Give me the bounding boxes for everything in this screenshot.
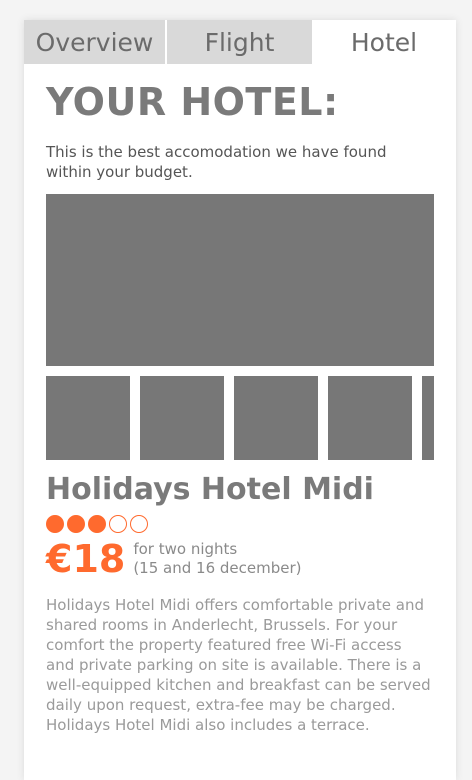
rating-circle-empty-icon [130,515,148,533]
rating-circle-filled-icon [46,515,64,533]
rating-circle-filled-icon [88,515,106,533]
hotel-card: Overview Flight Hotel YOUR HOTEL: This i… [24,20,456,780]
hotel-name: Holidays Hotel Midi [46,472,374,507]
star-rating [46,515,434,537]
price-value: €18 [46,537,126,581]
thumbnail-2[interactable] [140,376,224,460]
price-row: €18 for two nights (15 and 16 december) [46,539,434,579]
thumbnail-3[interactable] [234,376,318,460]
rating-circle-filled-icon [67,515,85,533]
hotel-description: Holidays Hotel Midi offers comfortable p… [46,596,431,734]
tab-overview[interactable]: Overview [24,20,167,64]
thumbnail-5[interactable] [422,376,434,460]
page-title: YOUR HOTEL: [46,80,339,124]
tab-hotel[interactable]: Hotel [312,20,456,64]
tab-flight[interactable]: Flight [167,20,312,64]
tab-bar: Overview Flight Hotel [24,20,456,64]
hotel-main-photo[interactable] [46,194,434,366]
price-note: for two nights (15 and 16 december) [133,540,301,578]
photo-thumbnails [46,376,434,460]
thumbnail-1[interactable] [46,376,130,460]
hotel-content: YOUR HOTEL: This is the best accomodatio… [46,64,434,735]
price-note-nights: for two nights [133,540,238,558]
thumbnail-4[interactable] [328,376,412,460]
intro-text: This is the best accomodation we have fo… [46,143,387,181]
price-note-dates: (15 and 16 december) [133,559,302,577]
rating-circle-empty-icon [109,515,127,533]
